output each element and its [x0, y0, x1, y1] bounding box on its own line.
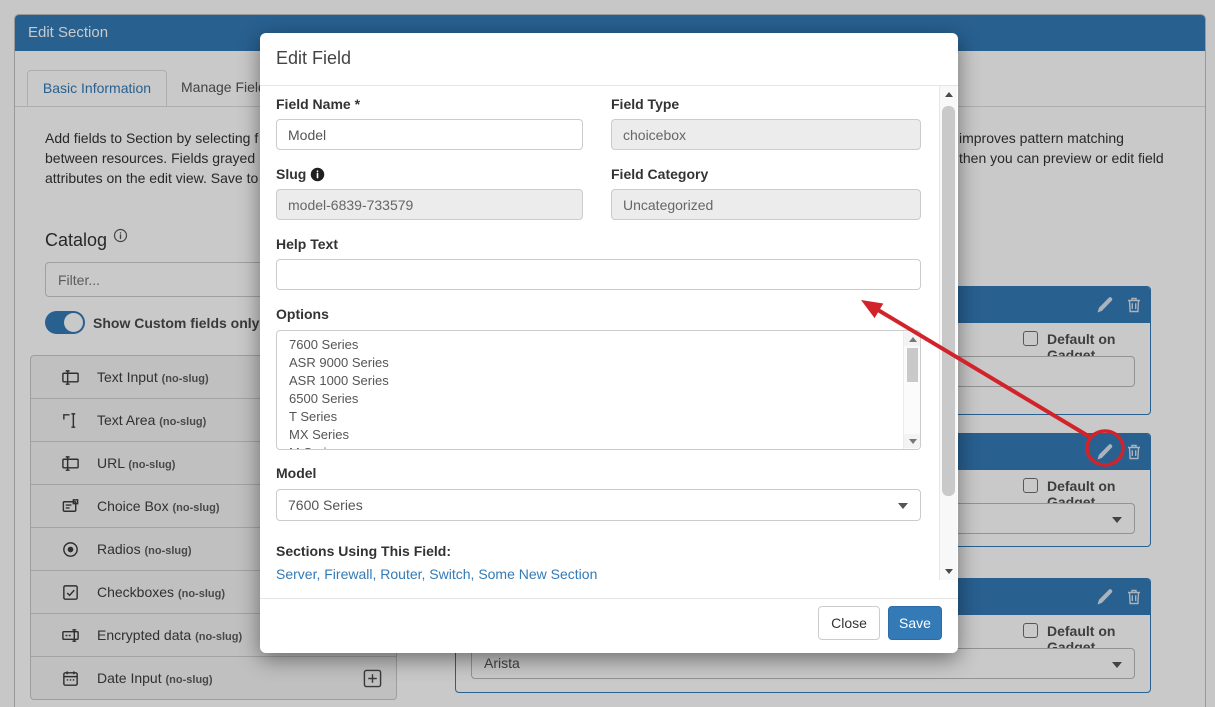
modal-title: Edit Field — [276, 48, 351, 69]
section-link[interactable]: Switch — [429, 566, 470, 582]
scrollbar-thumb[interactable] — [942, 106, 955, 496]
sections-using-links: Server, Firewall, Router, Switch, Some N… — [276, 566, 597, 582]
modal-footer-divider — [260, 598, 958, 599]
select-value: 7600 Series — [288, 497, 363, 513]
slug-input — [276, 189, 583, 220]
model-select[interactable]: 7600 Series — [276, 489, 921, 521]
section-link[interactable]: Firewall — [324, 566, 372, 582]
field-category-label: Field Category — [611, 166, 708, 182]
option-item[interactable]: T Series — [277, 408, 920, 426]
help-text-input[interactable] — [276, 259, 921, 290]
field-type-label: Field Type — [611, 96, 679, 112]
field-name-input[interactable] — [276, 119, 583, 150]
info-filled-icon[interactable] — [310, 167, 325, 182]
section-link[interactable]: Router — [380, 566, 421, 582]
field-name-label: Field Name * — [276, 96, 360, 112]
scroll-down-icon[interactable] — [940, 563, 958, 580]
sections-using-heading: Sections Using This Field: — [276, 543, 451, 559]
options-label: Options — [276, 306, 329, 322]
scroll-up-icon[interactable] — [904, 332, 921, 346]
option-item[interactable]: MX Series — [277, 426, 920, 444]
option-item[interactable]: ASR 1000 Series — [277, 372, 920, 390]
chevron-down-icon — [898, 503, 908, 509]
section-link[interactable]: Some New Section — [478, 566, 597, 582]
edit-field-modal: Edit Field Field Name * Field Type Slug … — [260, 33, 958, 653]
slug-label-text: Slug — [276, 166, 306, 182]
save-button[interactable]: Save — [888, 606, 942, 640]
option-item[interactable]: 6500 Series — [277, 390, 920, 408]
help-text-label: Help Text — [276, 236, 338, 252]
slug-label: Slug — [276, 166, 325, 182]
listbox-scrollbar[interactable] — [903, 331, 920, 449]
field-category-input — [611, 189, 921, 220]
scroll-up-icon[interactable] — [940, 86, 958, 103]
close-button[interactable]: Close — [818, 606, 880, 640]
field-type-input — [611, 119, 921, 150]
screen: Edit Section Basic Information Manage Fi… — [0, 0, 1215, 707]
scroll-down-icon[interactable] — [904, 434, 921, 448]
modal-header-divider — [260, 85, 958, 86]
option-item[interactable]: ASR 9000 Series — [277, 354, 920, 372]
option-item[interactable]: 7600 Series — [277, 336, 920, 354]
modal-scrollbar[interactable] — [939, 86, 957, 580]
scrollbar-thumb[interactable] — [907, 348, 918, 382]
options-listbox[interactable]: 7600 Series ASR 9000 Series ASR 1000 Ser… — [276, 330, 921, 450]
section-link[interactable]: Server — [276, 566, 316, 582]
model-label: Model — [276, 465, 316, 481]
option-item[interactable]: M Series — [277, 444, 920, 450]
